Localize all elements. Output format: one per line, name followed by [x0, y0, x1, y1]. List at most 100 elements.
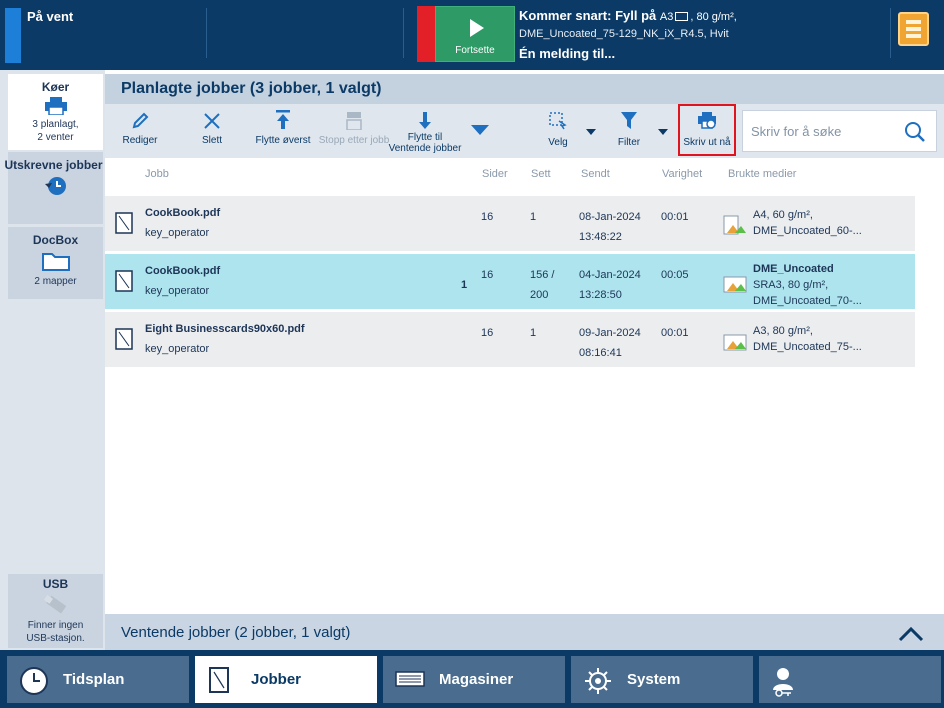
document-icon — [115, 328, 133, 350]
table-row[interactable]: CookBook.pdf key_operator 16 1 08-Jan-20… — [105, 196, 915, 252]
edit-button[interactable]: Rediger — [113, 108, 167, 154]
table-row[interactable]: Eight Businesscards90x60.pdf key_operato… — [105, 312, 915, 368]
message-paper: A3 — [659, 11, 674, 23]
continue-button[interactable]: Fortsette — [435, 6, 515, 62]
printer-menu-icon[interactable] — [898, 12, 929, 46]
search-input[interactable]: Skriv for å søke — [742, 110, 937, 152]
select-dropdown-icon[interactable] — [586, 129, 596, 135]
column-sets[interactable]: Sett — [531, 168, 551, 180]
sidebar-item-label: USB — [42, 577, 69, 591]
sidebar-item-usb[interactable]: USB Finner ingen USB-stasjon. — [8, 574, 103, 648]
job-name: CookBook.pdf — [145, 265, 221, 277]
select-label: Velg — [548, 137, 568, 148]
job-duration: 00:05 — [661, 269, 689, 281]
pencil-icon — [132, 112, 149, 129]
filter-label: Filter — [617, 137, 641, 148]
usb-icon — [43, 594, 66, 614]
job-pages: 16 — [481, 211, 494, 223]
chevron-up-icon[interactable] — [898, 626, 924, 642]
more-actions-chevron-icon[interactable] — [471, 125, 489, 135]
move-to-label-1: Flytte til — [407, 132, 443, 143]
panel-title: Planlagte jobber (3 jobber, 1 valgt) — [121, 80, 382, 97]
history-icon — [44, 177, 66, 195]
filter-dropdown-icon[interactable] — [658, 129, 668, 135]
nav-user[interactable] — [759, 656, 941, 703]
job-owner: key_operator — [145, 227, 210, 239]
status-indicator — [5, 8, 21, 63]
waiting-jobs-title: Ventende jobber (2 jobber, 1 valgt) — [121, 624, 351, 641]
sidebar-item-label: Køer — [41, 80, 70, 94]
document-icon — [209, 667, 229, 693]
move-to-waiting-button[interactable]: Flytte til Ventende jobber — [388, 108, 462, 154]
column-sent[interactable]: Sendt — [581, 168, 610, 180]
column-media[interactable]: Brukte medier — [728, 168, 796, 180]
media-type: DME_Uncoated_75-... — [753, 341, 862, 353]
media-name: DME_Uncoated — [753, 263, 834, 275]
arrow-up-top-icon — [276, 110, 290, 129]
usb-status-2: USB-stasjon. — [26, 633, 85, 644]
media-spec: A4, 60 g/m², — [753, 209, 813, 221]
queues-waiting: 2 venter — [37, 132, 74, 143]
document-icon — [115, 270, 133, 292]
tray-icon — [395, 671, 425, 687]
waiting-jobs-panel[interactable]: Ventende jobber (2 jobber, 1 valgt) — [105, 614, 944, 650]
stop-indicator[interactable] — [417, 6, 435, 62]
highlight-box — [678, 104, 736, 156]
scrollbar[interactable] — [915, 196, 944, 368]
job-time: 08:16:41 — [579, 347, 622, 359]
job-time: 13:28:50 — [579, 289, 622, 301]
sidebar-item-label: DocBox — [32, 233, 79, 247]
nav-label: System — [627, 671, 681, 688]
main-panel: Planlagte jobber (3 jobber, 1 valgt) Red… — [105, 70, 944, 650]
clock-icon — [20, 667, 48, 695]
search-icon[interactable] — [904, 121, 926, 143]
filter-button[interactable]: Filter — [608, 108, 650, 154]
job-pages: 16 — [481, 327, 494, 339]
nav-jobs[interactable]: Jobber — [195, 656, 377, 703]
filter-icon — [621, 112, 637, 129]
printer-message[interactable]: Kommer snart: Fyll på A3 , 80 g/m², DME_U… — [519, 8, 859, 61]
media-spec: A3, 80 g/m², — [753, 325, 813, 337]
job-duration: 00:01 — [661, 327, 689, 339]
nav-trays[interactable]: Magasiner — [383, 656, 565, 703]
message-spec: , 80 g/m², — [690, 11, 737, 23]
nav-schedule[interactable]: Tidsplan — [7, 656, 189, 703]
job-sets-total: 200 — [530, 289, 549, 301]
stop-after-job-button[interactable]: Stopp etter jobb — [318, 108, 390, 154]
job-sets: 1 — [530, 211, 537, 223]
job-owner: key_operator — [145, 343, 210, 355]
job-time: 13:48:22 — [579, 231, 622, 243]
media-icon — [723, 276, 747, 293]
play-icon — [470, 19, 484, 37]
message-prefix: Kommer snart: Fyll på — [519, 8, 657, 23]
nav-system[interactable]: System — [571, 656, 753, 703]
panel-header: Planlagte jobber (3 jobber, 1 valgt) — [105, 74, 944, 104]
edit-label: Rediger — [122, 135, 158, 146]
continue-label: Fortsette — [455, 45, 495, 56]
close-icon — [204, 113, 220, 129]
table-row-selected[interactable]: CookBook.pdf key_operator 1 16 156 /200 … — [105, 254, 915, 310]
column-pages[interactable]: Sider — [482, 168, 508, 180]
media-spec: SRA3, 80 g/m², — [753, 279, 829, 291]
job-name: Eight Businesscards90x60.pdf — [145, 323, 305, 335]
divider — [403, 8, 404, 58]
select-button[interactable]: Velg — [538, 108, 578, 154]
sidebar-item-docbox[interactable]: DocBox 2 mapper — [8, 227, 103, 299]
sidebar-item-queues[interactable]: Køer 3 planlagt, 2 venter — [8, 74, 103, 150]
move-to-label-2: Ventende jobber — [388, 143, 462, 154]
sidebar-item-label: Utskrevne jobber — [4, 158, 103, 172]
nav-label: Jobber — [251, 671, 302, 688]
stop-after-label: Stopp etter jobb — [318, 135, 390, 146]
more-messages-link[interactable]: Én melding til... — [519, 46, 859, 61]
move-top-button[interactable]: Flytte øverst — [251, 108, 315, 154]
delete-button[interactable]: Slett — [185, 108, 239, 154]
move-top-label: Flytte øverst — [255, 135, 311, 146]
column-job[interactable]: Jobb — [145, 168, 169, 180]
sidebar: Køer 3 planlagt, 2 venter Utskrevne jobb… — [0, 70, 105, 650]
message-media: DME_Uncoated_75-129_NK_iX_R4.5, Hvit — [519, 28, 729, 40]
sidebar-item-printed-jobs[interactable]: Utskrevne jobber — [4, 152, 103, 224]
job-date: 08-Jan-2024 — [579, 211, 641, 223]
docbox-folders: 2 mapper — [34, 276, 77, 287]
column-duration[interactable]: Varighet — [662, 168, 702, 180]
nav-label: Tidsplan — [63, 671, 125, 688]
